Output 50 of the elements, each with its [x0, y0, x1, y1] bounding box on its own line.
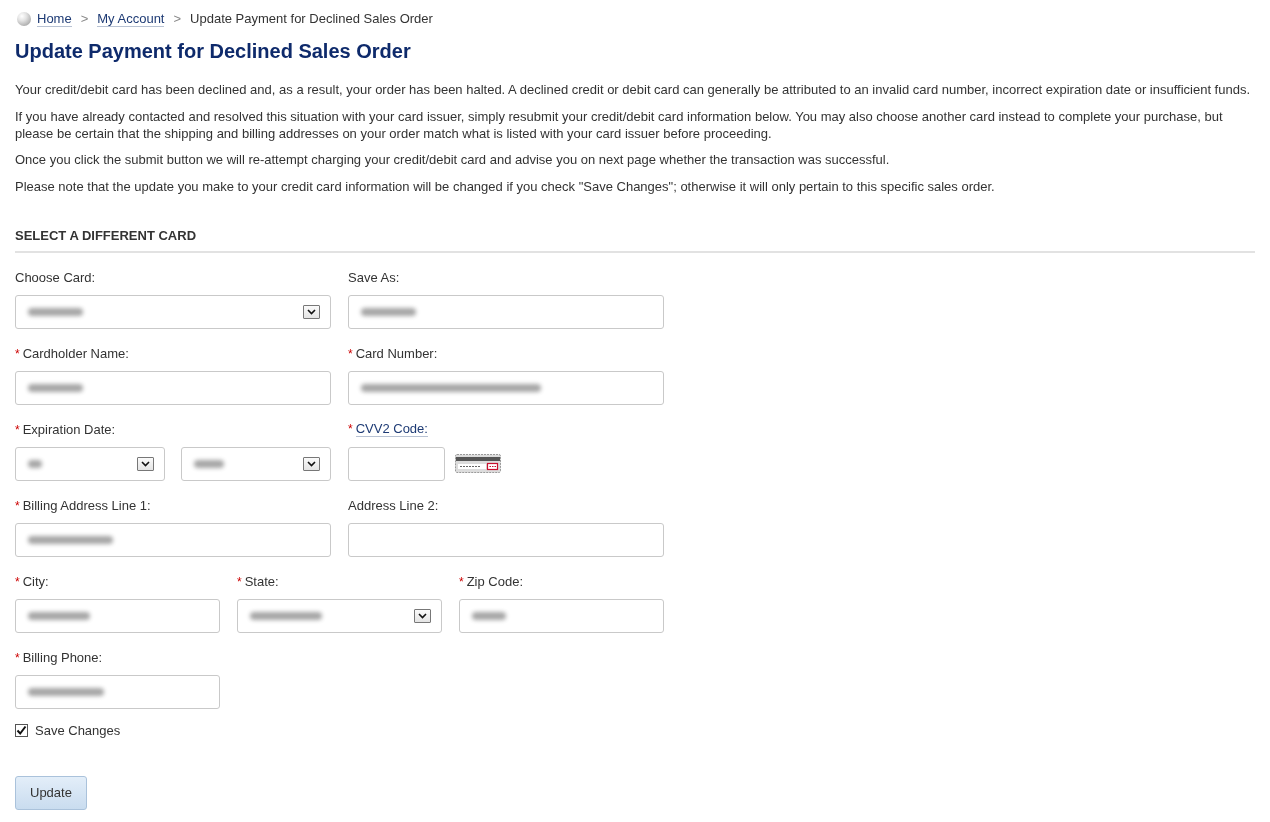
field-label: City:: [22, 572, 49, 590]
field-label: State:: [244, 572, 279, 590]
paragraph: If you have already contacted and resolved this situation with your card issuer, simply resubmit your credit/debit card information below. You may also choose another card instead to complete your purchase, but please be certain that the shipping and billing addresses on your order match what is listed with your card issuer before proceeding.: [15, 107, 1224, 142]
field-label: Save As:: [348, 268, 400, 286]
field-label: Address Line 2:: [348, 496, 439, 514]
required-asterisk: *: [15, 649, 20, 667]
page-title: Update Payment for Declined Sales Order: [15, 39, 412, 63]
field-label: Choose Card:: [15, 268, 96, 286]
field-label: Expiration Date:: [22, 420, 116, 438]
required-asterisk: *: [15, 497, 20, 515]
update-button[interactable]: Update: [15, 775, 87, 810]
help-link[interactable]: CVV2 Code:: [355, 420, 428, 437]
required-asterisk: *: [15, 421, 20, 439]
text-field[interactable]: [15, 674, 220, 709]
select-field[interactable]: [181, 446, 331, 481]
select-field[interactable]: [15, 446, 165, 481]
checkbox[interactable]: [15, 723, 28, 737]
text-field[interactable]: [348, 522, 664, 557]
checkbox-label: Save Changes: [35, 721, 121, 739]
breadcrumb-link[interactable]: Home: [37, 11, 72, 27]
paragraph: Please note that the update you make to your credit card information will be changed if you check "Save Changes"; otherwise it will only pertain to this specific sales order.: [15, 177, 996, 195]
required-asterisk: *: [15, 573, 20, 591]
breadcrumb-current: Update Payment for Declined Sales Order: [190, 10, 433, 28]
orb-icon: [17, 12, 31, 26]
text-field[interactable]: [348, 294, 664, 329]
field-label: Billing Address Line 1:: [22, 496, 151, 514]
text-field[interactable]: [459, 598, 664, 633]
required-asterisk: *: [348, 345, 353, 363]
select-field[interactable]: [237, 598, 442, 633]
text-field[interactable]: [15, 598, 220, 633]
field-label: Zip Code:: [466, 572, 524, 590]
text-field[interactable]: [348, 370, 664, 405]
required-asterisk: *: [459, 573, 464, 591]
breadcrumb-link[interactable]: My Account: [97, 11, 165, 27]
paragraph: Once you click the submit button we will re-attempt charging your credit/debit card and advise you on next page whether the transaction was successful.: [15, 151, 891, 168]
paragraph: Your credit/debit card has been declined and, as a result, your order has been halted. A declined credit or debit card can generally be attributed to an invalid card number, incorrect expiration date or insufficient funds.: [15, 81, 1252, 98]
field-label: Billing Phone:: [22, 648, 103, 666]
required-asterisk: *: [348, 420, 353, 438]
select-field[interactable]: [15, 294, 331, 329]
text-field[interactable]: [15, 522, 331, 557]
field-label: Cardholder Name:: [22, 344, 129, 362]
text-field[interactable]: [15, 370, 331, 405]
section-heading: SELECT A DIFFERENT CARD: [15, 227, 1255, 253]
required-asterisk: *: [15, 345, 20, 363]
required-asterisk: *: [237, 573, 242, 591]
field-label: Card Number:: [355, 344, 438, 362]
breadcrumb-separator: >: [173, 10, 182, 28]
text-field[interactable]: [348, 446, 445, 481]
card-back-icon: [455, 453, 501, 474]
breadcrumb-separator: >: [80, 10, 89, 28]
